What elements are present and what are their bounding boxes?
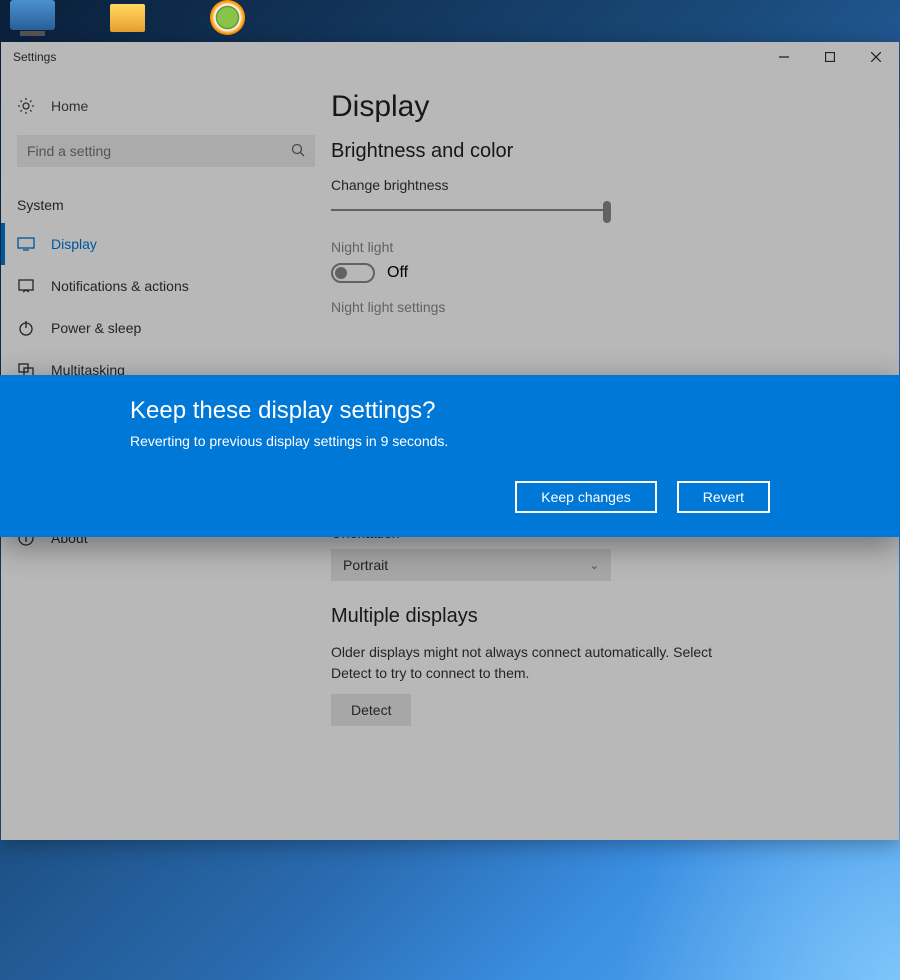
desktop-icon-idm[interactable]: [210, 0, 260, 40]
keep-changes-button[interactable]: Keep changes: [515, 481, 657, 513]
desktop-icon-pc[interactable]: [10, 0, 60, 40]
dialog-title: Keep these display settings?: [130, 397, 770, 425]
revert-button[interactable]: Revert: [677, 481, 770, 513]
confirm-dialog: Keep these display settings? Reverting t…: [0, 375, 900, 537]
desktop-icon-folder[interactable]: [110, 0, 160, 40]
desktop-icons: [10, 0, 260, 40]
dialog-message: Reverting to previous display settings i…: [130, 433, 770, 449]
